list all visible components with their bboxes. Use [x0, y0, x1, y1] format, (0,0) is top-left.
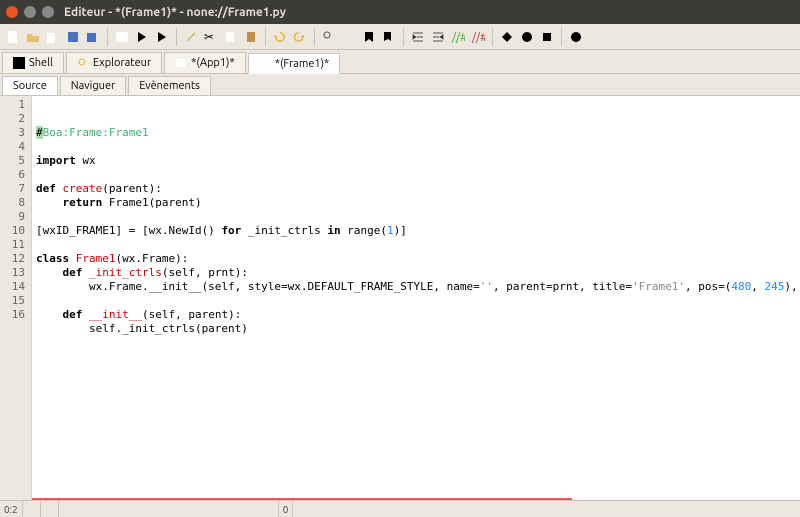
shell-icon: >: [13, 57, 25, 69]
status-column: 0: [279, 501, 294, 517]
app-button[interactable]: [113, 28, 131, 46]
tab-shell[interactable]: > Shell: [2, 52, 64, 73]
close-icon[interactable]: [6, 6, 18, 18]
minimize-icon[interactable]: [24, 6, 36, 18]
svg-text://#: //#: [471, 32, 485, 44]
new-button[interactable]: [4, 28, 22, 46]
code-line[interactable]: [36, 168, 800, 182]
frame-icon: [259, 58, 271, 70]
saveall-button[interactable]: [84, 28, 102, 46]
record-button[interactable]: [518, 28, 536, 46]
wand-button[interactable]: [182, 28, 200, 46]
code-line[interactable]: def _init_ctrls(self, prnt):: [36, 266, 800, 280]
tab-explorateur[interactable]: Explorateur: [66, 52, 162, 73]
line-gutter: 12345678910111213141516: [0, 96, 32, 500]
find-button[interactable]: [320, 28, 338, 46]
window-title: Editeur - *(Frame1)* - none://Frame1.py: [64, 6, 286, 19]
uncomment-button[interactable]: //#: [469, 28, 487, 46]
code-line[interactable]: def create(parent):: [36, 182, 800, 196]
help-button[interactable]: ?: [567, 28, 585, 46]
tab-app1[interactable]: *(App1)*: [164, 52, 246, 73]
save-button[interactable]: [64, 28, 82, 46]
svg-text:✂: ✂: [204, 31, 214, 44]
comment-button[interactable]: //#: [449, 28, 467, 46]
cut-button[interactable]: ✂: [202, 28, 220, 46]
dup-button[interactable]: [44, 28, 62, 46]
indent-button[interactable]: [409, 28, 427, 46]
copy-button[interactable]: [222, 28, 240, 46]
bookmark-button[interactable]: [360, 28, 378, 46]
status-gap: [59, 501, 279, 517]
explorer-icon: [77, 57, 89, 69]
status-cell: [41, 501, 59, 517]
tab-label: Shell: [29, 57, 53, 69]
maximize-icon[interactable]: [42, 6, 54, 18]
code-line[interactable]: [36, 140, 800, 154]
status-cell: [23, 501, 41, 517]
subtab-naviguer[interactable]: Naviguer: [60, 76, 126, 95]
statusbar: 0:2 0: [0, 500, 800, 517]
code-line[interactable]: #Boa:Frame:Frame1: [36, 126, 800, 140]
editor: 12345678910111213141516 #Boa:Frame:Frame…: [0, 96, 800, 500]
code-line[interactable]: return Frame1(parent): [36, 196, 800, 210]
play-button[interactable]: [153, 28, 171, 46]
code-line[interactable]: self._init_ctrls(parent): [36, 322, 800, 336]
redo-button[interactable]: [291, 28, 309, 46]
tab-label: *(Frame1)*: [275, 58, 330, 70]
app-icon: [175, 57, 187, 69]
tab-bar: > Shell Explorateur *(App1)* *(Frame1)*: [0, 50, 800, 74]
scroll-indicator: [32, 498, 572, 500]
paste-button[interactable]: [242, 28, 260, 46]
code-area[interactable]: #Boa:Frame:Frame1 import wx def create(p…: [32, 96, 800, 500]
toolbar: ✂ //# //#?: [0, 24, 800, 50]
titlebar: Editeur - *(Frame1)* - none://Frame1.py: [0, 0, 800, 24]
stop-button[interactable]: [538, 28, 556, 46]
subtab-source[interactable]: Source: [2, 76, 58, 95]
code-line[interactable]: [36, 294, 800, 308]
subtab-evènements[interactable]: Evènements: [128, 76, 211, 95]
replace-button[interactable]: [340, 28, 358, 46]
code-line[interactable]: def __init__(self, parent):: [36, 308, 800, 322]
subtab-bar: SourceNaviguerEvènements: [0, 74, 800, 96]
dedent-button[interactable]: [429, 28, 447, 46]
code-line[interactable]: [36, 336, 800, 350]
tab-label: Explorateur: [93, 57, 151, 69]
undo-button[interactable]: [271, 28, 289, 46]
tab-label: *(App1)*: [191, 57, 235, 69]
code-line[interactable]: [36, 210, 800, 224]
tab-frame1[interactable]: *(Frame1)*: [248, 53, 341, 74]
svg-text://#: //#: [451, 32, 465, 44]
code-line[interactable]: class Frame1(wx.Frame):: [36, 252, 800, 266]
status-position: 0:2: [0, 501, 23, 517]
open-button[interactable]: [24, 28, 42, 46]
run-button[interactable]: [133, 28, 151, 46]
code-line[interactable]: [36, 238, 800, 252]
code-line[interactable]: [wxID_FRAME1] = [wx.NewId() for _init_ct…: [36, 224, 800, 238]
bookmarks-button[interactable]: [380, 28, 398, 46]
code-line[interactable]: import wx: [36, 154, 800, 168]
breakpoint-button[interactable]: [498, 28, 516, 46]
code-line[interactable]: wx.Frame.__init__(self, style=wx.DEFAULT…: [36, 280, 800, 294]
